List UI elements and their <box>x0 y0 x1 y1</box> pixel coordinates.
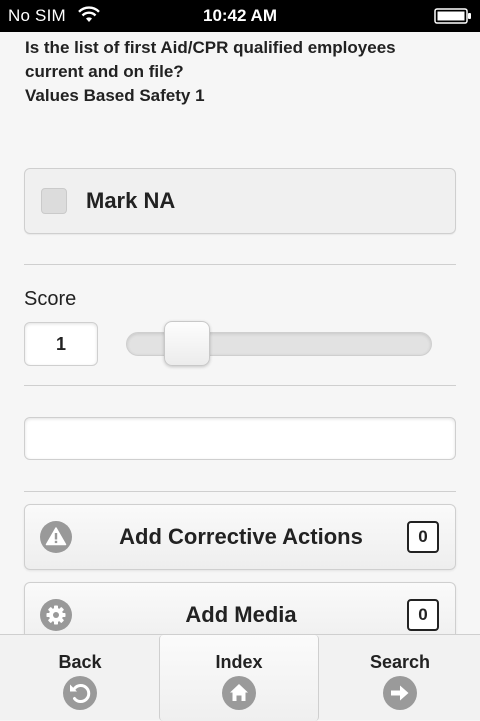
mark-na-toggle[interactable]: Mark NA <box>24 168 456 234</box>
comment-input[interactable] <box>24 417 456 460</box>
divider <box>24 385 456 386</box>
nav-search-label: Search <box>369 652 431 672</box>
nav-back-button[interactable]: Back <box>0 635 160 721</box>
score-input[interactable]: 1 <box>24 322 98 366</box>
status-bar: No SIM 10:42 AM <box>0 0 480 32</box>
question-line: current and on file? <box>25 62 184 81</box>
back-arrow-icon <box>63 676 97 710</box>
question-category: Values Based Safety 1 <box>25 86 205 105</box>
nav-index-button[interactable]: Index <box>159 635 319 721</box>
battery-icon <box>434 8 472 24</box>
corrective-actions-count-badge: 0 <box>407 521 439 553</box>
nav-search-button[interactable]: Search <box>320 635 480 721</box>
add-corrective-actions-button[interactable]: Add Corrective Actions 0 <box>24 504 456 570</box>
nav-back-label: Back <box>58 652 102 672</box>
divider <box>24 491 456 492</box>
bottom-nav: Back Index Search <box>0 634 480 721</box>
home-icon <box>222 676 256 710</box>
divider <box>24 264 456 265</box>
score-slider-thumb[interactable] <box>164 321 210 366</box>
add-media-label: Add Media <box>185 602 297 627</box>
question-text: Is the list of first Aid/CPR qualified e… <box>25 36 465 108</box>
score-label: Score <box>24 288 77 310</box>
media-count-badge: 0 <box>407 599 439 631</box>
mark-na-label: Mark NA <box>86 188 176 213</box>
question-line: Is the list of first Aid/CPR qualified e… <box>25 38 396 57</box>
clock: 10:42 AM <box>202 6 277 25</box>
forward-arrow-icon <box>383 676 417 710</box>
nav-index-label: Index <box>215 652 263 672</box>
add-corrective-actions-label: Add Corrective Actions <box>119 524 363 549</box>
mark-na-checkbox[interactable] <box>41 188 67 214</box>
